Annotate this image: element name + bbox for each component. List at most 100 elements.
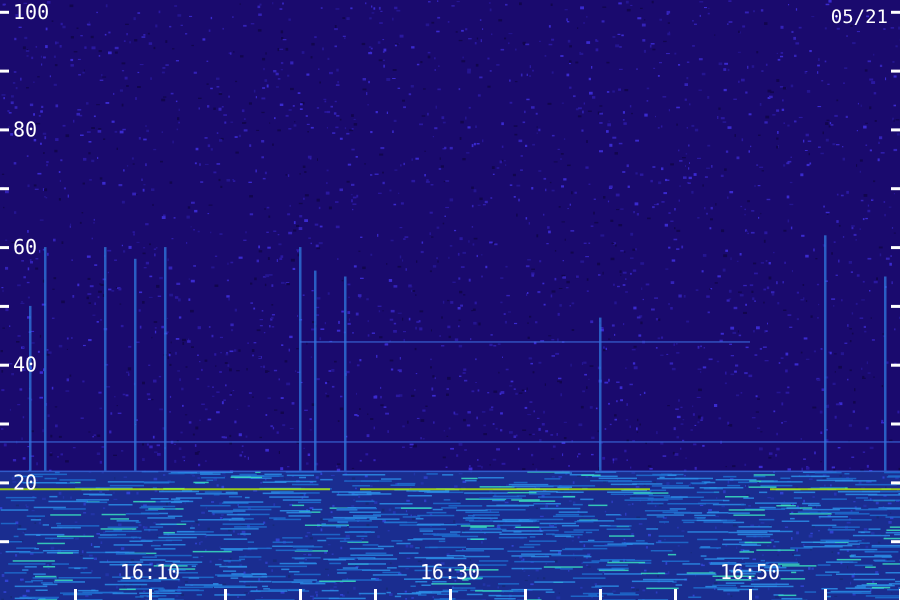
noise-speck <box>663 40 667 43</box>
x-tick-label: 16:30 <box>420 560 480 584</box>
noise-speck <box>769 95 773 99</box>
noise-speck <box>602 271 604 275</box>
band-streak <box>282 499 322 501</box>
noise-speck <box>280 255 284 258</box>
noise-speck <box>2 289 4 293</box>
noise-speck <box>749 284 754 287</box>
noise-speck <box>619 270 622 273</box>
noise-speck <box>864 330 867 333</box>
noise-speck <box>239 454 242 457</box>
band-streak <box>855 508 888 511</box>
noise-speck <box>418 320 421 323</box>
noise-speck <box>24 36 28 40</box>
noise-speck <box>581 362 584 365</box>
noise-speck <box>70 223 72 227</box>
band-streak <box>322 518 356 520</box>
noise-speck <box>325 191 330 195</box>
noise-speck <box>636 316 641 319</box>
noise-speck <box>37 172 42 175</box>
noise-speck <box>265 448 269 452</box>
band-streak <box>239 473 257 476</box>
band-streak <box>356 535 368 537</box>
band-streak <box>82 557 94 560</box>
band-streak <box>24 533 65 536</box>
noise-speck <box>71 337 73 339</box>
band-streak <box>317 539 327 542</box>
noise-speck <box>480 254 483 256</box>
spectrogram-plot: 10080604020 16:10 16:30 16:50 05/21 <box>0 0 900 600</box>
noise-speck <box>482 204 486 206</box>
noise-speck <box>386 78 391 81</box>
y-tick-label: 40 <box>13 353 37 377</box>
noise-speck <box>659 62 662 64</box>
noise-speck <box>459 290 463 294</box>
noise-speck <box>760 9 764 12</box>
band-streak <box>14 585 48 588</box>
noise-speck <box>119 303 122 305</box>
noise-speck <box>676 436 679 439</box>
noise-speck <box>621 34 624 37</box>
noise-speck <box>243 24 247 27</box>
noise-speck <box>197 354 199 356</box>
band-streak <box>554 472 572 474</box>
noise-speck <box>384 343 389 346</box>
band-streak <box>540 507 581 510</box>
band-streak <box>321 523 326 525</box>
noise-speck <box>618 2 622 5</box>
band-streak <box>381 478 402 480</box>
band-streak <box>143 529 158 531</box>
noise-speck <box>850 271 853 273</box>
noise-speck <box>847 378 849 381</box>
noise-speck <box>702 444 705 447</box>
band-streak <box>832 507 862 510</box>
band-streak <box>293 573 321 576</box>
noise-speck <box>476 416 478 420</box>
band-streak <box>119 588 136 591</box>
band-streak <box>659 521 669 523</box>
noise-speck <box>885 77 887 81</box>
noise-speck <box>1 94 6 96</box>
noise-speck <box>753 330 755 333</box>
noise-speck <box>834 353 837 355</box>
noise-speck <box>609 423 612 426</box>
noise-speck <box>243 118 246 120</box>
noise-speck <box>229 52 232 55</box>
noise-speck <box>356 392 357 395</box>
noise-speck <box>670 163 674 166</box>
band-streak <box>142 556 157 558</box>
noise-speck <box>693 443 697 446</box>
noise-speck <box>139 291 143 294</box>
noise-speck <box>612 136 617 139</box>
noise-speck <box>450 447 454 450</box>
band-streak <box>24 566 37 568</box>
noise-speck <box>460 120 464 124</box>
noise-speck <box>454 229 457 232</box>
noise-speck <box>480 39 482 43</box>
noise-speck <box>281 344 284 346</box>
noise-speck <box>211 334 214 338</box>
noise-speck <box>77 109 82 111</box>
noise-speck <box>631 349 636 351</box>
noise-speck <box>377 305 382 307</box>
noise-speck <box>41 63 43 66</box>
noise-speck <box>91 159 95 163</box>
noise-speck <box>12 82 16 84</box>
noise-speck <box>259 319 263 321</box>
noise-speck <box>886 361 889 364</box>
noise-speck <box>501 145 504 148</box>
noise-speck <box>136 419 138 421</box>
noise-speck <box>856 274 860 277</box>
band-streak <box>581 573 603 575</box>
band-streak <box>849 561 858 564</box>
noise-speck <box>617 33 621 35</box>
band-streak <box>753 475 766 478</box>
noise-speck <box>453 411 456 415</box>
noise-speck <box>667 22 670 24</box>
noise-speck <box>468 106 471 109</box>
band-streak <box>399 552 419 554</box>
noise-speck <box>579 51 581 54</box>
band-streak <box>407 539 423 541</box>
noise-speck <box>525 43 530 46</box>
noise-speck <box>39 219 44 221</box>
noise-speck <box>859 159 863 162</box>
